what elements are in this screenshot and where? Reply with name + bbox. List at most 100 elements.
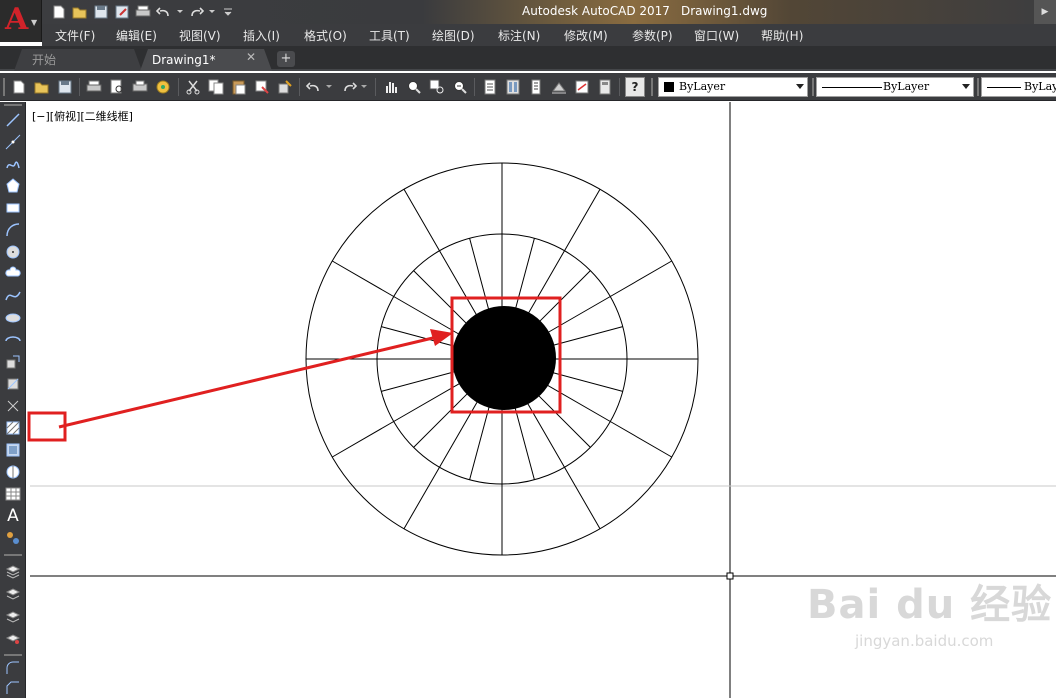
pan-hand-icon[interactable]	[381, 77, 401, 97]
print-icon[interactable]	[134, 3, 152, 21]
ellipse-icon[interactable]	[3, 308, 23, 328]
plot-preview-icon[interactable]	[107, 77, 127, 97]
open-icon[interactable]	[32, 77, 52, 97]
menu-edit[interactable]: 编辑(E)	[116, 27, 157, 44]
menu-format[interactable]: 格式(O)	[304, 27, 347, 44]
tool-palettes-icon[interactable]	[526, 77, 546, 97]
tab-start[interactable]: 开始	[14, 49, 142, 71]
customize-qat-icon[interactable]	[219, 3, 237, 21]
menu-file[interactable]: 文件(F)	[55, 27, 95, 44]
chevron-down-icon: ▼	[31, 18, 38, 27]
undo-icon[interactable]	[155, 3, 173, 21]
menu-window[interactable]: 窗口(W)	[694, 27, 739, 44]
toolbar-grip[interactable]	[3, 78, 5, 96]
save-icon[interactable]	[92, 3, 110, 21]
menu-draw[interactable]: 绘图(D)	[432, 27, 475, 44]
title-scroll-right-icon[interactable]: ▶	[1034, 0, 1056, 24]
layer-isolate-icon[interactable]	[3, 628, 23, 648]
undo-icon[interactable]	[304, 77, 324, 97]
quick-access-toolbar	[46, 2, 237, 22]
table-icon[interactable]	[3, 484, 23, 504]
undo-dropdown-icon[interactable]	[176, 3, 184, 21]
lineweight-control-dropdown[interactable]: ByLay	[981, 77, 1056, 97]
close-tab-icon[interactable]: ✕	[246, 50, 256, 64]
zoom-realtime-icon[interactable]	[404, 77, 424, 97]
application-menu-button[interactable]: A ▼	[0, 0, 42, 42]
menu-parametric[interactable]: 参数(P)	[632, 27, 673, 44]
outer-spoke-line	[610, 260, 672, 297]
new-tab-button[interactable]: +	[277, 51, 295, 67]
block-editor-icon[interactable]	[275, 77, 295, 97]
design-center-icon[interactable]	[503, 77, 523, 97]
arc-icon[interactable]	[3, 220, 23, 240]
make-block-icon[interactable]	[3, 374, 23, 394]
add-selected-icon[interactable]	[3, 528, 23, 548]
filled-center-circle	[452, 306, 556, 410]
redo-dropdown-icon[interactable]	[208, 3, 216, 21]
construction-line-icon[interactable]	[3, 132, 23, 152]
polyline-icon[interactable]	[3, 154, 23, 174]
rectangle-icon[interactable]	[3, 198, 23, 218]
circle-icon[interactable]	[3, 242, 23, 262]
open-folder-icon[interactable]	[71, 3, 89, 21]
linetype-control-dropdown[interactable]: ByLayer	[816, 77, 974, 97]
multiline-text-icon[interactable]: A	[3, 506, 23, 526]
menu-modify[interactable]: 修改(M)	[564, 27, 608, 44]
menu-view[interactable]: 视图(V)	[179, 27, 221, 44]
spline-icon[interactable]	[3, 286, 23, 306]
toolbar-grip[interactable]	[977, 78, 979, 96]
sheet-set-manager-icon[interactable]	[549, 77, 569, 97]
fillet-icon[interactable]	[3, 658, 23, 678]
layer-states-icon[interactable]	[3, 584, 23, 604]
revision-cloud-icon[interactable]	[3, 264, 23, 284]
menu-insert[interactable]: 插入(I)	[243, 27, 280, 44]
ellipse-arc-icon[interactable]	[3, 330, 23, 350]
layer-previous-icon[interactable]	[3, 606, 23, 626]
color-control-dropdown[interactable]: ByLayer	[658, 77, 808, 97]
toolbar-grip[interactable]	[4, 654, 22, 656]
toolbar-grip[interactable]	[812, 78, 814, 96]
plot-icon[interactable]	[84, 77, 104, 97]
qnew-icon[interactable]	[9, 77, 29, 97]
outer-spoke-line	[332, 421, 394, 458]
insert-block-icon[interactable]	[3, 352, 23, 372]
menu-dimension[interactable]: 标注(N)	[498, 27, 540, 44]
hatch-icon[interactable]	[3, 418, 23, 438]
menu-help[interactable]: 帮助(H)	[761, 27, 803, 44]
gradient-icon[interactable]	[3, 440, 23, 460]
zoom-previous-icon[interactable]	[450, 77, 470, 97]
redo-dropdown-icon[interactable]	[359, 77, 369, 97]
toolbar-grip[interactable]	[4, 554, 22, 556]
polygon-icon[interactable]	[3, 176, 23, 196]
region-icon[interactable]	[3, 462, 23, 482]
quickcalc-icon[interactable]	[595, 77, 615, 97]
undo-dropdown-icon[interactable]	[324, 77, 334, 97]
layer-properties-icon[interactable]	[3, 562, 23, 582]
menu-tools[interactable]: 工具(T)	[369, 27, 410, 44]
copy-icon[interactable]	[206, 77, 226, 97]
publish-icon[interactable]	[130, 77, 150, 97]
cut-icon[interactable]	[183, 77, 203, 97]
toolbar-grip[interactable]	[651, 78, 653, 96]
chamfer-icon[interactable]	[3, 678, 23, 698]
redo-icon[interactable]	[339, 77, 359, 97]
markup-set-manager-icon[interactable]	[572, 77, 592, 97]
3d-print-icon[interactable]	[153, 77, 173, 97]
outer-spoke-line	[564, 467, 601, 529]
match-properties-icon[interactable]	[252, 77, 272, 97]
chevron-down-icon	[796, 84, 804, 89]
redo-icon[interactable]	[187, 3, 205, 21]
new-file-icon[interactable]	[50, 3, 68, 21]
color-swatch	[664, 82, 674, 92]
properties-icon[interactable]	[480, 77, 500, 97]
save-as-icon[interactable]	[113, 3, 131, 21]
help-icon[interactable]: ?	[625, 77, 645, 97]
lineweight-control-value: ByLay	[1024, 80, 1056, 93]
paste-icon[interactable]	[229, 77, 249, 97]
save-icon[interactable]	[55, 77, 75, 97]
toolbar-grip[interactable]	[4, 104, 22, 106]
line-icon[interactable]	[3, 110, 23, 130]
drawing-canvas[interactable]: [−][俯视][二维线框] Bai du 经验 jingyan.baidu.co…	[27, 102, 1056, 698]
zoom-window-icon[interactable]	[427, 77, 447, 97]
point-icon[interactable]	[3, 396, 23, 416]
